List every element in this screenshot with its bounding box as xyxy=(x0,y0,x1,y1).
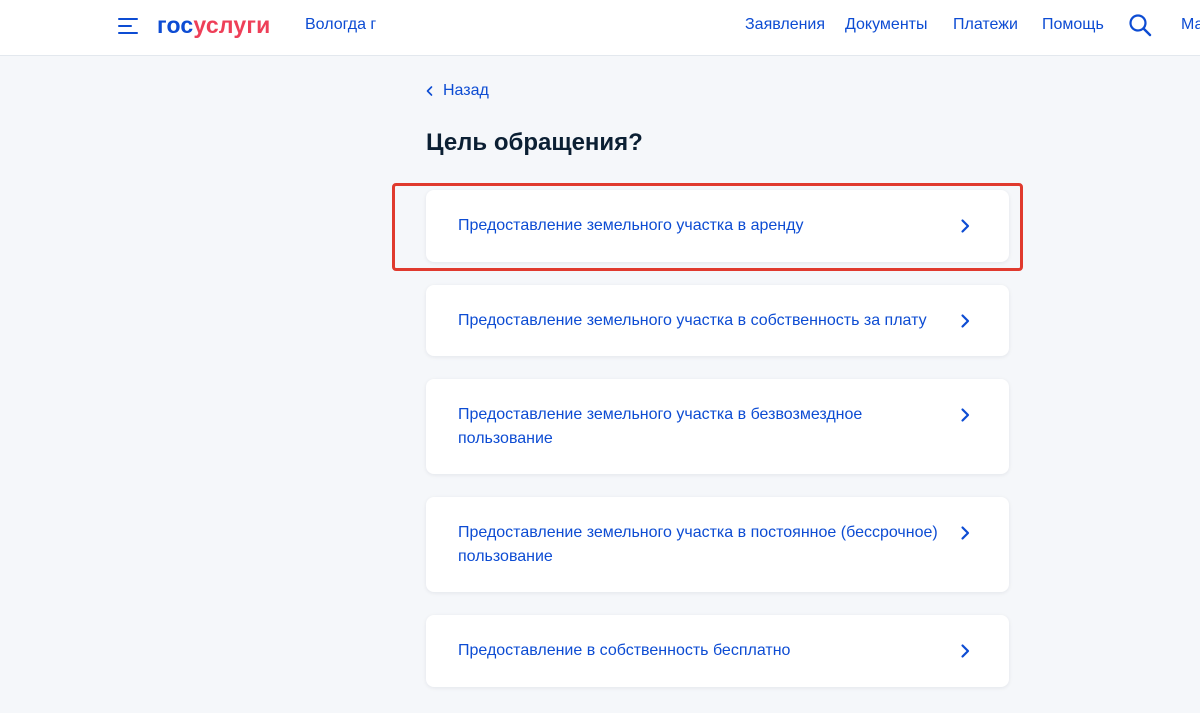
option-label: Предоставление земельного участка в безв… xyxy=(458,406,863,447)
nav-link-help[interactable]: Помощь xyxy=(1042,15,1104,35)
option-label: Предоставление в собственность бесплатно xyxy=(458,642,791,659)
option-permanent-use[interactable]: Предоставление земельного участка в пост… xyxy=(426,497,1009,592)
option-free-use[interactable]: Предоставление земельного участка в безв… xyxy=(426,379,1009,474)
chevron-right-icon xyxy=(961,526,970,540)
profile-link[interactable]: Ма xyxy=(1181,15,1200,35)
option-label: Предоставление земельного участка в арен… xyxy=(458,217,804,234)
nav-link-payments[interactable]: Платежи xyxy=(953,15,1018,35)
page-title: Цель обращения? xyxy=(426,129,643,156)
chevron-right-icon xyxy=(961,314,970,328)
search-icon[interactable] xyxy=(1128,13,1152,37)
option-rent[interactable]: Предоставление земельного участка в арен… xyxy=(426,190,1009,262)
logo-part-uslugi: услуги xyxy=(193,12,271,38)
chevron-left-icon xyxy=(426,86,433,96)
chevron-right-icon xyxy=(961,219,970,233)
chevron-right-icon xyxy=(961,644,970,658)
option-ownership-paid[interactable]: Предоставление земельного участка в собс… xyxy=(426,285,1009,356)
menu-icon[interactable] xyxy=(118,16,138,36)
back-link[interactable]: Назад xyxy=(425,81,489,101)
nav-link-applications[interactable]: Заявления xyxy=(745,15,825,35)
gosuslugi-logo[interactable]: госуслуги xyxy=(157,10,270,40)
option-label: Предоставление земельного участка в собс… xyxy=(458,311,927,329)
back-label: Назад xyxy=(443,82,489,99)
chevron-right-icon xyxy=(961,408,970,422)
top-header: госуслуги Вологда г Заявления Документы … xyxy=(0,0,1200,56)
region-selector[interactable]: Вологда г xyxy=(305,15,376,35)
nav-link-documents[interactable]: Документы xyxy=(845,15,927,35)
option-ownership-free[interactable]: Предоставление в собственность бесплатно xyxy=(426,615,1009,687)
option-label: Предоставление земельного участка в пост… xyxy=(458,524,938,565)
logo-part-gos: гос xyxy=(157,12,194,38)
